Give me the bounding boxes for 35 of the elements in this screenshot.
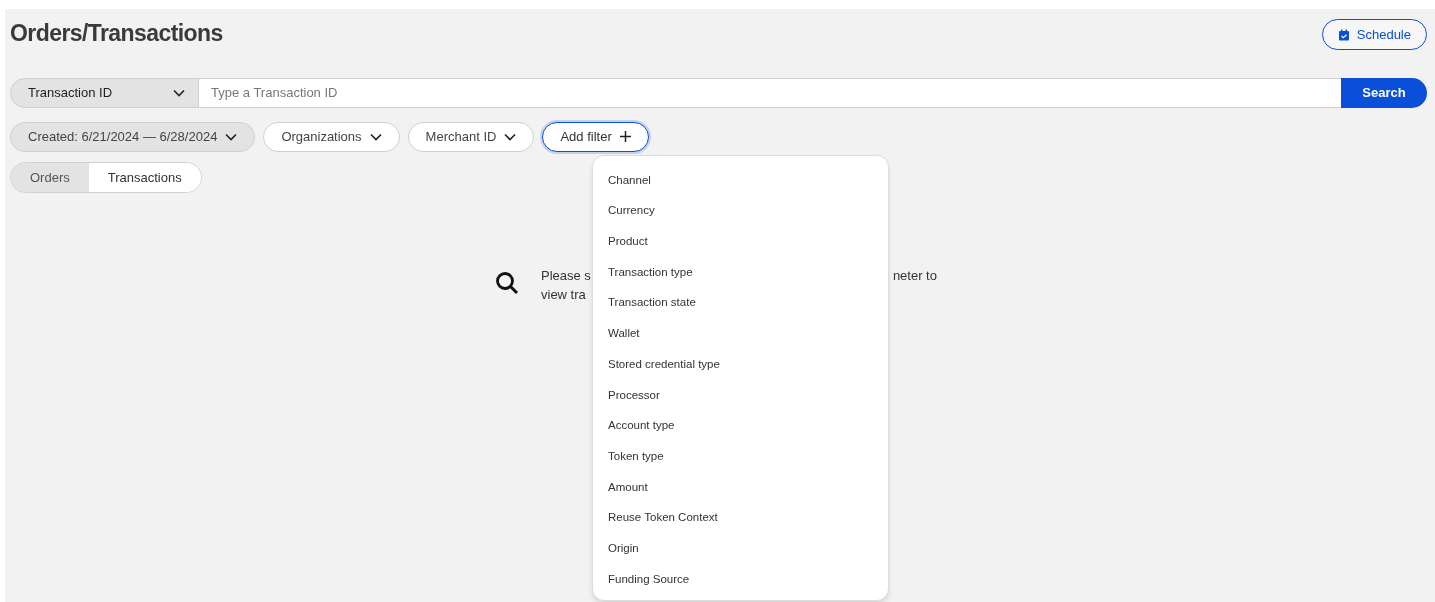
menu-item[interactable]: Funding Source [593, 563, 888, 595]
search-icon [495, 271, 519, 295]
add-filter-button[interactable]: Add filter [542, 121, 649, 152]
chevron-down-icon [369, 132, 382, 141]
menu-item[interactable]: Transaction type [593, 257, 888, 288]
menu-item[interactable]: Origin [593, 533, 888, 564]
menu-item[interactable]: Reuse Token Context [593, 502, 888, 534]
menu-item[interactable]: Processor [593, 379, 888, 411]
view-tab[interactable]: Orders [11, 163, 89, 192]
search-button[interactable]: Search [1341, 78, 1427, 108]
menu-item[interactable]: Currency [593, 195, 888, 227]
plus-icon [619, 131, 631, 142]
empty-state-text: view tra [541, 286, 587, 304]
menu-item[interactable]: Account type [593, 410, 888, 442]
menu-item[interactable]: Wallet [593, 318, 888, 350]
filter-chip[interactable]: Organizations [263, 121, 400, 152]
chevron-down-icon [173, 89, 185, 97]
filter-chip[interactable]: Created: 6/21/2024 — 6/28/2024 [10, 121, 256, 152]
menu-item[interactable]: Amount [593, 471, 888, 503]
empty-state-text: neter to [892, 267, 937, 285]
chevron-down-icon [225, 132, 238, 141]
filter-chip[interactable]: Merchant ID [407, 121, 535, 152]
menu-item[interactable]: Stored credential type [593, 349, 888, 380]
menu-item[interactable]: Token type [593, 441, 888, 472]
menu-item[interactable]: Product [593, 226, 888, 258]
schedule-button[interactable]: Schedule [1321, 19, 1427, 50]
calendar-icon [1337, 28, 1350, 41]
chevron-down-icon [504, 132, 517, 141]
menu-item[interactable]: Channel [593, 165, 888, 196]
field-selector[interactable]: Transaction ID [10, 78, 199, 108]
search-field[interactable]: Type a Transaction ID [199, 78, 1341, 108]
empty-state-text: Please s [541, 267, 591, 285]
menu-item[interactable]: Transaction state [593, 287, 888, 319]
page-title: Orders/Transactions [10, 19, 223, 48]
view-tab[interactable]: Transactions [88, 163, 201, 192]
